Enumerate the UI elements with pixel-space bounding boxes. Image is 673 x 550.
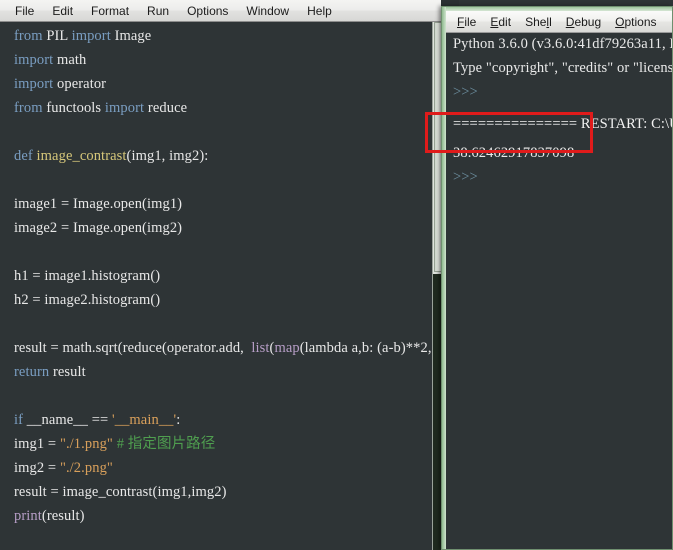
shell-menu-bar[interactable]: File Edit Shell Debug Options — [446, 11, 672, 33]
code-token-plain: PIL — [46, 28, 72, 44]
code-token-builtin: list — [251, 340, 270, 356]
code-token-plain: image2 = Image.open(img2) — [14, 220, 183, 236]
code-token-str: '__main__' — [112, 412, 177, 428]
code-line[interactable]: result = math.sqrt(reduce(operator.add, … — [14, 340, 432, 356]
code-token-kw: def — [14, 148, 37, 164]
editor-menu-options[interactable]: Options — [178, 2, 237, 20]
editor-menu-bar[interactable]: File Edit Format Run Options Window Help — [0, 0, 446, 22]
editor-code-area[interactable]: from PIL import Image import math import o… — [0, 22, 432, 550]
shell-output-line: >>> — [453, 84, 478, 100]
code-token-fname: image_contrast — [36, 148, 127, 164]
code-token-plain: functools — [46, 100, 105, 116]
shell-output-line: Type "copyright", "credits" or "license(… — [453, 60, 672, 76]
editor-menu-window[interactable]: Window — [237, 2, 298, 20]
code-token-kw: if — [14, 412, 27, 428]
python-shell-window[interactable]: File Edit Shell Debug Options Python 3.6.0 (… — [441, 6, 673, 550]
editor-menu-file[interactable]: File — [6, 2, 43, 20]
code-token-plain: (lambda a,b: (a-b)**2, h1 — [299, 340, 432, 356]
shell-menu-shell[interactable]: Shell — [518, 13, 559, 31]
code-token-plain: img2 = — [14, 460, 60, 476]
code-token-plain: (result) — [41, 508, 85, 524]
code-token-plain: : — [176, 412, 181, 428]
code-token-plain: result = math.sqrt(reduce(operator.add, — [14, 340, 252, 356]
code-token-plain: image1 = Image.open(img1) — [14, 196, 183, 212]
code-token-plain: img1 = — [14, 436, 60, 452]
code-line[interactable]: image1 = Image.open(img1) — [14, 196, 182, 212]
shell-menu-options[interactable]: Options — [608, 13, 663, 31]
editor-menu-edit[interactable]: Edit — [43, 2, 82, 20]
code-line[interactable]: import operator — [14, 76, 106, 92]
shell-output-line: >>> — [453, 169, 478, 185]
code-token-plain: reduce — [147, 100, 188, 116]
shell-menu-edit[interactable]: Edit — [483, 13, 518, 31]
shell-window-frame-left — [442, 7, 446, 549]
code-line[interactable]: h1 = image1.histogram() — [14, 268, 160, 284]
shell-output-line: 38.62462917837098 — [453, 145, 575, 161]
code-token-plain: (img1, img2): — [126, 148, 209, 164]
code-token-str: "./1.png" — [59, 436, 113, 452]
code-token-kw: import — [14, 76, 57, 92]
code-line[interactable]: h2 = image2.histogram() — [14, 292, 160, 308]
shell-menu-debug[interactable]: Debug — [559, 13, 608, 31]
code-token-builtin: print — [14, 508, 42, 524]
code-line[interactable]: image2 = Image.open(img2) — [14, 220, 182, 236]
code-line[interactable]: import math — [14, 52, 86, 68]
code-line[interactable]: if __name__ == '__main__': — [14, 412, 180, 428]
code-token-kw: import — [71, 28, 115, 44]
code-token-kw: import — [14, 52, 57, 68]
code-line[interactable]: img2 = "./2.png" — [14, 460, 113, 476]
code-token-plain: Image — [114, 28, 152, 44]
code-token-plain: result = image_contrast(img1,img2) — [14, 484, 227, 500]
shell-output-line: =============== RESTART: C:\Us — [453, 116, 672, 132]
code-token-plain: operator — [57, 76, 107, 92]
code-token-plain: h1 = image1.histogram() — [14, 268, 161, 284]
code-line[interactable]: def image_contrast(img1, img2): — [14, 148, 208, 164]
code-token-builtin: map — [274, 340, 300, 356]
code-token-plain: h2 = image2.histogram() — [14, 292, 161, 308]
code-token-plain: math — [57, 52, 87, 68]
code-line[interactable]: from functools import reduce — [14, 100, 187, 116]
code-token-kw: from — [14, 28, 47, 44]
code-line[interactable]: from PIL import Image — [14, 28, 151, 44]
code-line[interactable]: result = image_contrast(img1,img2) — [14, 484, 227, 500]
code-token-kw: import — [104, 100, 148, 116]
editor-menu-help[interactable]: Help — [298, 2, 341, 20]
shell-output-line: Python 3.6.0 (v3.6.0:41df79263a11, De — [453, 36, 672, 52]
code-token-plain: __name__ == — [26, 412, 113, 428]
code-token-str: "./2.png" — [59, 460, 113, 476]
code-line[interactable]: img1 = "./1.png" # 指定图片路径 — [14, 436, 215, 452]
code-token-plain: result — [52, 364, 86, 380]
editor-menu-run[interactable]: Run — [138, 2, 178, 20]
code-token-kw: return — [14, 364, 53, 380]
code-line[interactable]: return result — [14, 364, 86, 380]
shell-output-area[interactable]: Python 3.6.0 (v3.6.0:41df79263a11, De Typ… — [447, 34, 672, 549]
editor-menu-format[interactable]: Format — [82, 2, 138, 20]
shell-menu-file[interactable]: File — [450, 13, 483, 31]
code-line[interactable]: print(result) — [14, 508, 85, 524]
code-token-cmt: # 指定图片路径 — [116, 436, 216, 452]
code-token-kw: from — [14, 100, 47, 116]
